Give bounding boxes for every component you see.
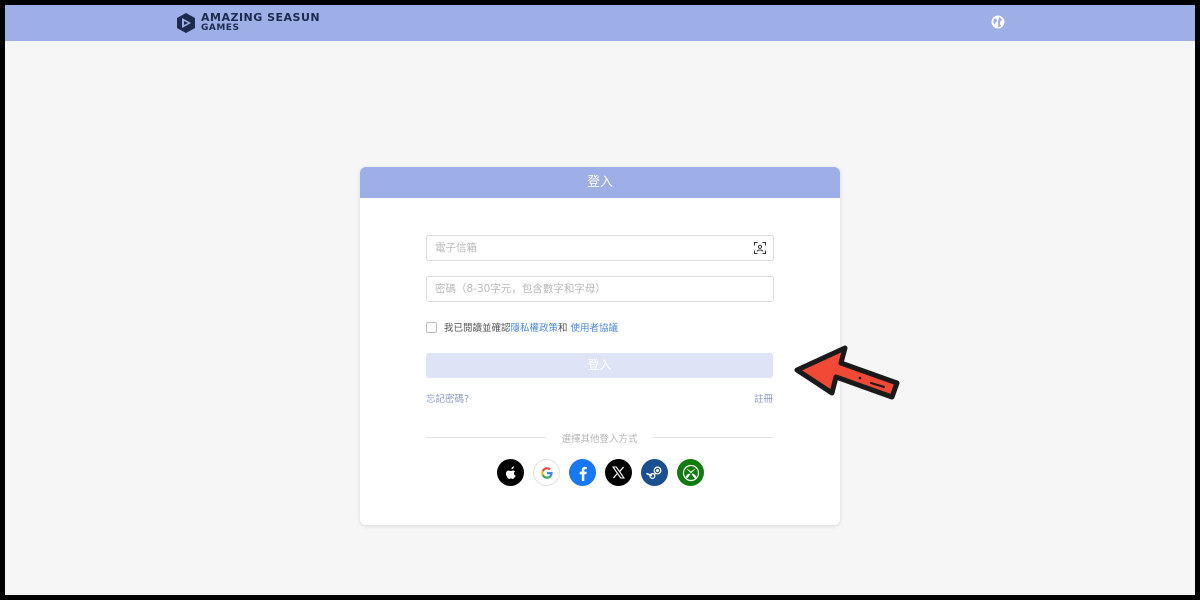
- logo-line-1: AMAZING SEASUN: [201, 11, 321, 24]
- top-navbar: AMAZING SEASUN GAMES: [5, 5, 1195, 41]
- x-login-button[interactable]: [605, 459, 632, 486]
- email-field-container: [426, 235, 774, 261]
- google-login-button[interactable]: [533, 459, 560, 486]
- terms-of-use-link[interactable]: 使用者協議: [571, 320, 619, 334]
- logo-wordmark: AMAZING SEASUN GAMES: [201, 11, 321, 33]
- forgot-password-link[interactable]: 忘記密碼?: [426, 391, 469, 405]
- register-link[interactable]: 註冊: [754, 391, 773, 405]
- other-methods-label: 選擇其他登入方式: [561, 434, 638, 445]
- login-button[interactable]: 登入: [426, 353, 773, 378]
- facebook-login-button[interactable]: [569, 459, 596, 486]
- password-input[interactable]: [427, 277, 735, 301]
- password-field-container: [426, 276, 774, 302]
- amazing-seasun-logo[interactable]: AMAZING SEASUN GAMES: [175, 10, 320, 36]
- annotation-arrow-icon: [794, 345, 900, 400]
- globe-icon[interactable]: [990, 14, 1006, 30]
- xbox-login-button[interactable]: [677, 459, 704, 486]
- scan-icon[interactable]: [754, 242, 766, 254]
- apple-icon: [505, 465, 516, 479]
- login-card: 登入 我已閱讀並確認 隱私權政策 和 使用者協議 登入 忘記密碼? 註冊 選擇其…: [360, 167, 840, 525]
- privacy-policy-link[interactable]: 隱私權政策: [511, 320, 559, 334]
- x-icon: [612, 466, 625, 479]
- logo-line-2: GAMES: [201, 23, 240, 33]
- google-icon: [540, 466, 553, 479]
- page-frame: AMAZING SEASUN GAMES 登入 我已閱讀並確認 隱私權政: [5, 5, 1195, 595]
- login-card-title: 登入: [360, 167, 840, 198]
- agreement-text-and: 和: [558, 323, 568, 334]
- facebook-icon: [579, 466, 587, 481]
- agreement-checkbox[interactable]: [426, 321, 437, 333]
- apple-login-button[interactable]: [497, 459, 524, 486]
- steam-icon: [645, 466, 661, 479]
- xbox-icon: [682, 464, 699, 481]
- other-methods-divider: 選擇其他登入方式: [426, 431, 773, 445]
- social-login-row: [497, 459, 713, 487]
- agreement-row: 我已閱讀並確認 隱私權政策 和 使用者協議: [426, 320, 618, 334]
- logo-mark-icon: [177, 13, 195, 33]
- steam-login-button[interactable]: [641, 459, 668, 486]
- email-input[interactable]: [427, 236, 735, 260]
- agreement-text-prefix: 我已閱讀並確認: [444, 323, 511, 334]
